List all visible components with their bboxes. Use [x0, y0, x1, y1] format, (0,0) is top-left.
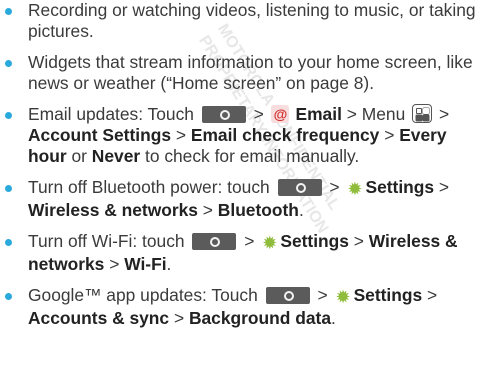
- punctuation: .: [166, 254, 172, 274]
- separator: >: [438, 104, 450, 124]
- list-item: Widgets that stream information to your …: [0, 52, 488, 94]
- separator: >: [202, 200, 213, 220]
- item-text: Email updates: Touch: [28, 104, 194, 124]
- separator: >: [427, 285, 438, 305]
- gear-icon: ✹: [262, 233, 278, 253]
- separator: >: [329, 177, 340, 197]
- email-app-icon: [270, 104, 289, 125]
- item-text: or: [71, 146, 87, 166]
- separator: >: [317, 285, 328, 305]
- account-settings-label: Account Settings: [28, 125, 171, 145]
- menu-key-icon: [412, 104, 433, 123]
- separator: >: [244, 231, 255, 251]
- separator: >: [253, 104, 264, 124]
- separator: >: [353, 231, 364, 251]
- item-text: Recording or watching videos, listening …: [28, 0, 476, 41]
- list-item-google-updates: Google™ app updates: Touch > ✹ Settings >…: [0, 285, 488, 329]
- item-text: Widgets that stream information to your …: [28, 52, 473, 93]
- item-text: Turn off Wi-Fi: touch: [28, 231, 185, 251]
- tips-list: Recording or watching videos, listening …: [0, 0, 488, 329]
- separator: >: [173, 308, 185, 328]
- separator: >: [109, 254, 120, 274]
- list-item: Recording or watching videos, listening …: [0, 0, 488, 42]
- bluetooth-label: Bluetooth: [217, 200, 299, 220]
- list-item-email: Email updates: Touch > Email > Menu > Ac…: [0, 104, 488, 167]
- home-key-icon: [277, 179, 322, 196]
- never-label: Never: [91, 146, 141, 166]
- wifi-label: Wi-Fi: [124, 254, 167, 274]
- separator: >: [346, 104, 357, 124]
- gear-icon: ✹: [347, 179, 363, 199]
- item-text: Google™ app updates: Touch: [28, 285, 258, 305]
- item-text: to check for email manually.: [144, 146, 360, 166]
- settings-label: Settings: [365, 177, 435, 197]
- home-key-icon: [201, 106, 246, 123]
- separator: >: [438, 177, 450, 197]
- punctuation: .: [298, 200, 304, 220]
- wireless-networks-label: Wireless & networks: [28, 200, 198, 220]
- home-key-icon: [192, 233, 237, 250]
- settings-label: Settings: [353, 285, 423, 305]
- document-page: Recording or watching videos, listening …: [0, 0, 488, 339]
- menu-label: Menu: [361, 104, 406, 124]
- email-label: Email: [295, 104, 342, 124]
- item-text: Turn off Bluetooth power: touch: [28, 177, 270, 197]
- settings-label: Settings: [280, 231, 349, 251]
- list-item-wifi: Turn off Wi-Fi: touch > ✹ Settings > Wire…: [0, 231, 488, 275]
- list-item-bluetooth: Turn off Bluetooth power: touch > ✹ Setti…: [0, 177, 488, 221]
- separator: >: [384, 125, 395, 145]
- background-data-label: Background data: [188, 308, 331, 328]
- gear-icon: ✹: [335, 287, 351, 307]
- separator: >: [175, 125, 186, 145]
- wireless-label: Wireless: [368, 231, 441, 251]
- home-key-icon: [265, 287, 310, 304]
- punctuation: .: [331, 308, 336, 328]
- email-check-frequency-label: Email check frequency: [190, 125, 380, 145]
- accounts-sync-label: Accounts & sync: [28, 308, 170, 328]
